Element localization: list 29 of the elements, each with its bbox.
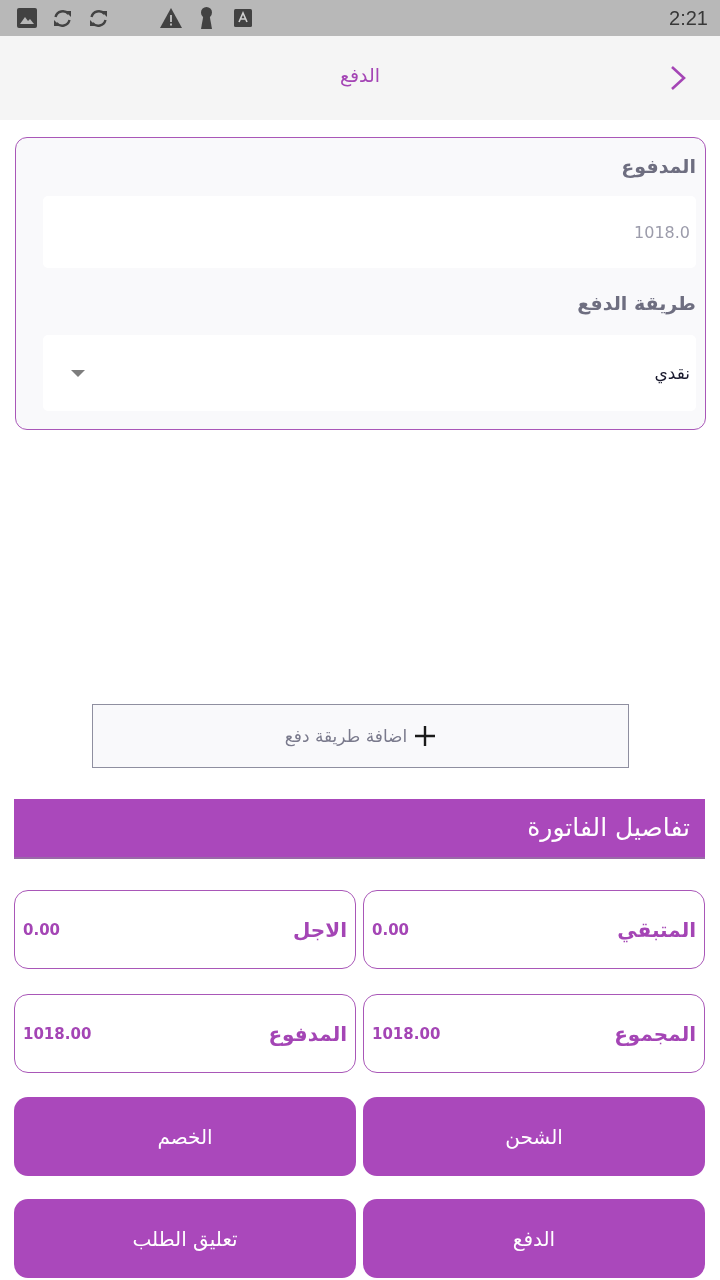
action-button[interactable]: الدفع [363, 1199, 705, 1278]
summary-value: 0.00 [372, 920, 409, 939]
summary-value: 1018.00 [372, 1024, 441, 1043]
field-label: طريقة الدفع [576, 291, 696, 317]
sync-icon [88, 7, 109, 29]
image-icon [17, 8, 37, 28]
status-time: 2:21 [669, 6, 708, 30]
action-button[interactable]: الشحن [363, 1097, 705, 1176]
summary-label: الاجل [293, 917, 347, 942]
action-button[interactable]: الخصم [14, 1097, 356, 1176]
field-label: المدفوع [620, 154, 696, 180]
summary-value: 1018.00 [23, 1024, 92, 1043]
keyhole-icon [199, 7, 214, 29]
warning-icon [160, 8, 182, 28]
summary-value: 0.00 [23, 920, 60, 939]
add-payment-method-button[interactable]: اضافة طريقة دفع [91, 704, 629, 768]
plus-icon [415, 726, 436, 746]
sync-icon [52, 7, 73, 29]
screen-title: الدفع [339, 64, 381, 89]
amount-input[interactable]: 1018.0 [43, 196, 696, 268]
dropdown-caret-icon [71, 369, 85, 377]
summary-label: المدفوع [268, 1021, 347, 1046]
font-icon [234, 9, 252, 27]
summary-label: المتبقي [617, 917, 696, 942]
payment-method-dropdown[interactable]: نقدي [43, 335, 696, 411]
invoice-details-header: تفاصيل الفاتورة [14, 799, 705, 859]
action-button[interactable]: تعليق الطلب [14, 1199, 356, 1278]
back-chevron-icon[interactable] [670, 65, 686, 91]
summary-label: المجموع [614, 1021, 696, 1046]
